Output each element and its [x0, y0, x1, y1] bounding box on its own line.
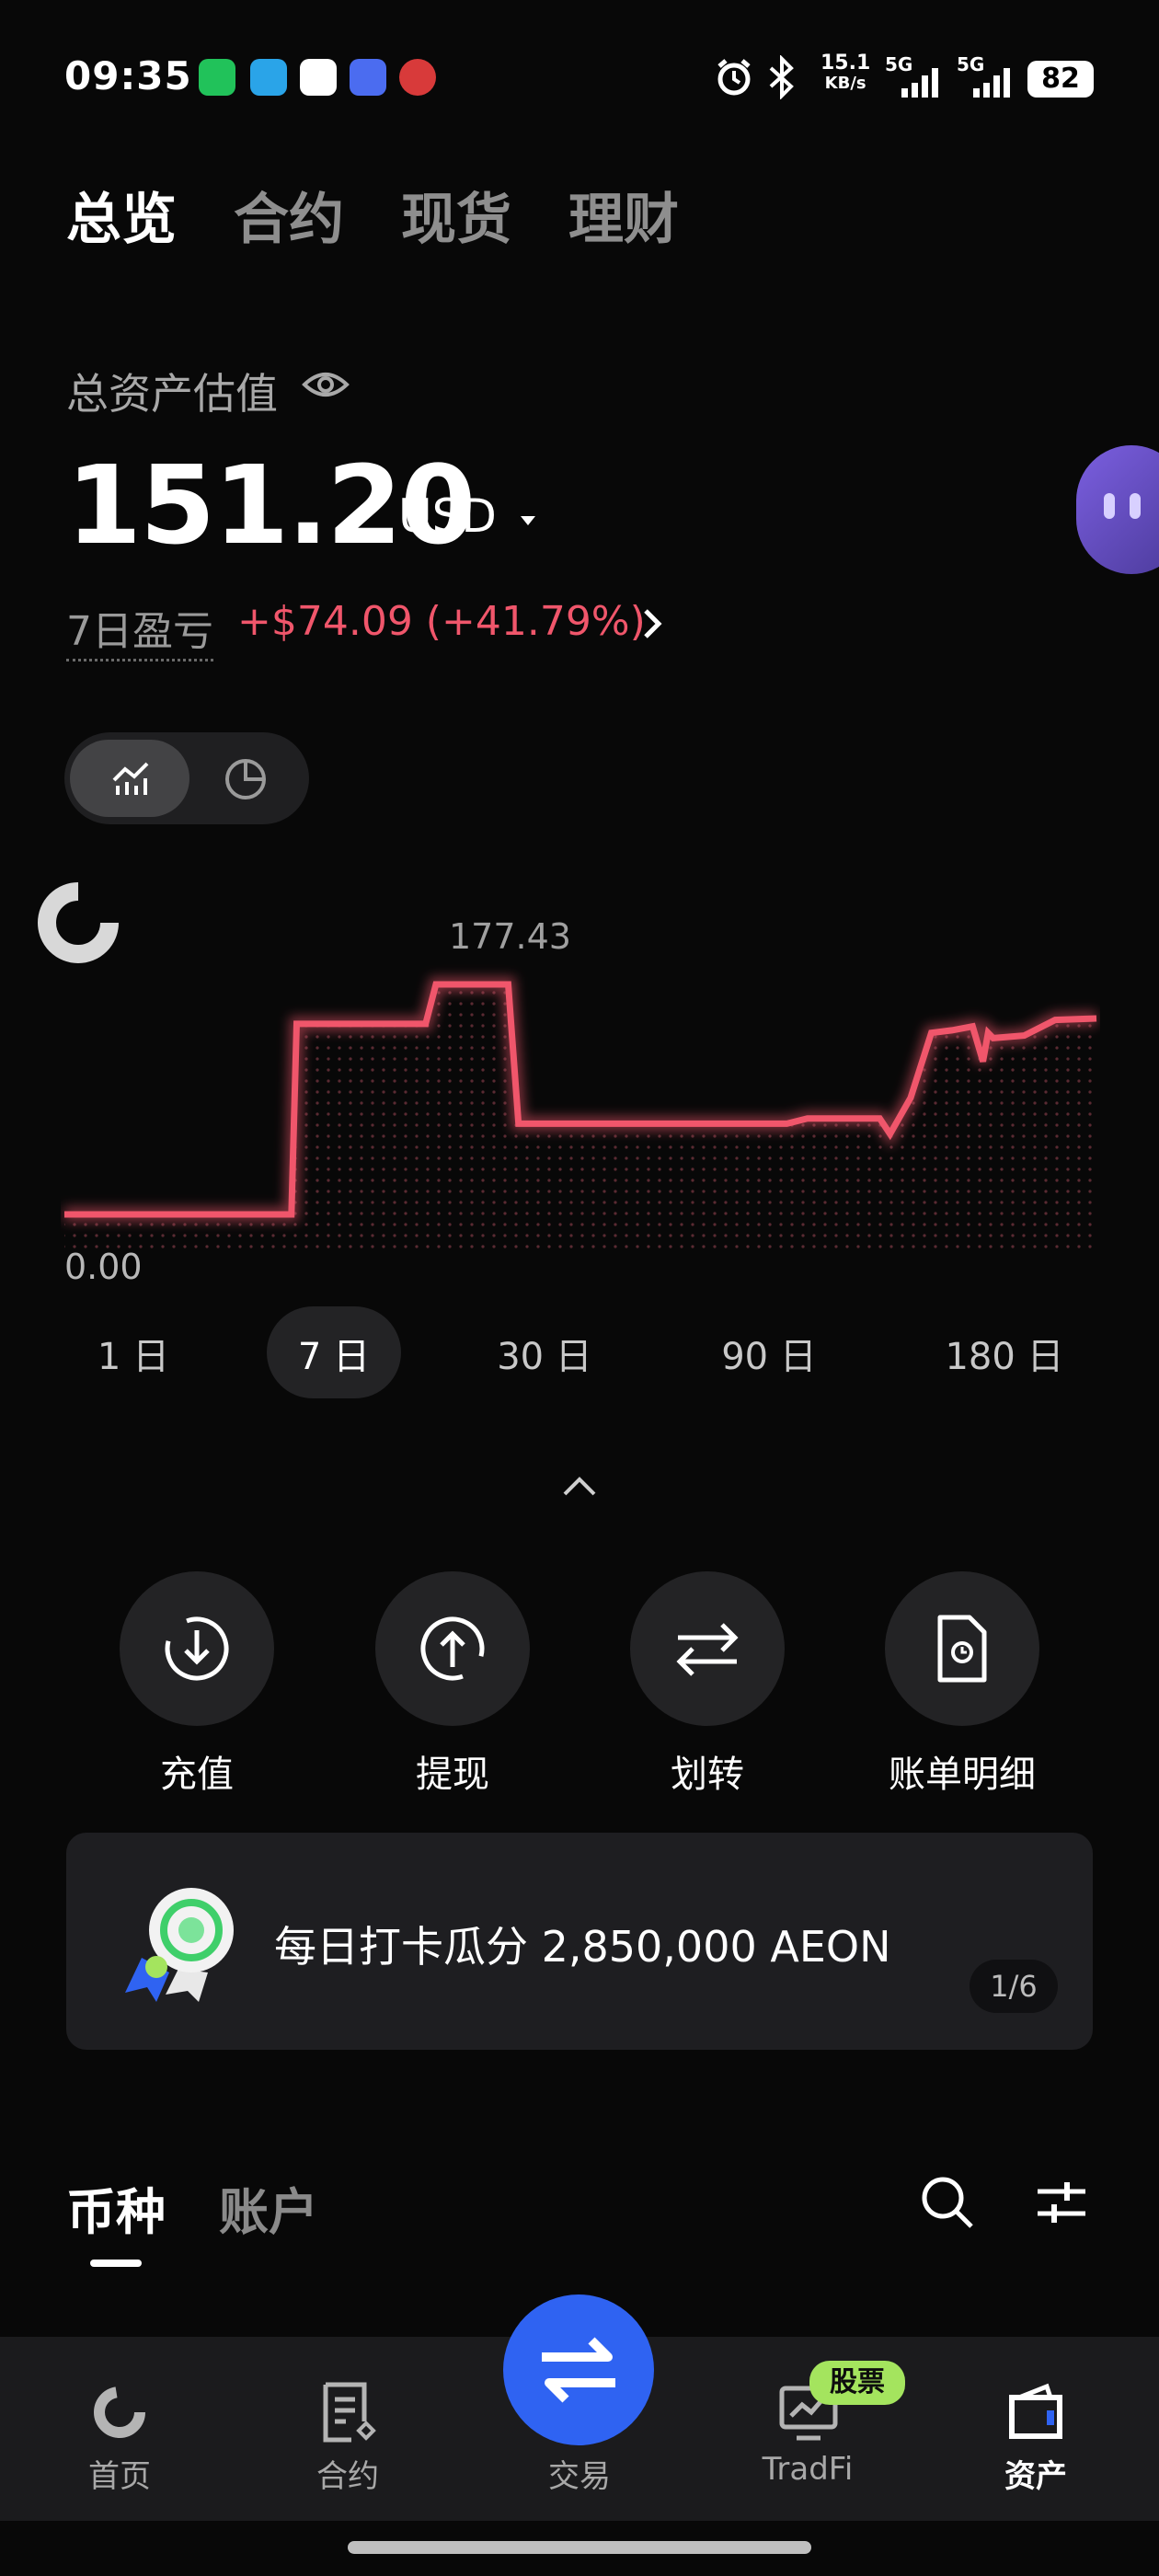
withdraw-button[interactable] [375, 1571, 530, 1726]
trade-icon [542, 2337, 615, 2403]
line-chart-icon [112, 762, 149, 795]
status-time: 09:35 [64, 53, 192, 98]
chevron-right-icon[interactable] [637, 605, 666, 642]
deposit-label: 充值 [160, 1754, 234, 1796]
alarm-icon [717, 59, 751, 96]
nav-home[interactable]: 首页 [37, 2451, 202, 2496]
asset-line-chart[interactable] [61, 957, 1100, 1260]
filter-icon[interactable] [1034, 2177, 1089, 2228]
contract-icon[interactable] [318, 2381, 377, 2444]
bill-icon [937, 1615, 987, 1683]
total-asset-label: 总资产估值 [66, 369, 278, 419]
bank-app-icon [399, 59, 436, 96]
currency-label: USD [398, 489, 497, 543]
bill-details-label: 账单明细 [889, 1754, 1036, 1796]
range-30d[interactable]: 30 日 [480, 1327, 609, 1380]
pie-chart-icon[interactable] [223, 756, 269, 802]
range-180d[interactable]: 180 日 [931, 1327, 1078, 1380]
range-90d[interactable]: 90 日 [705, 1327, 833, 1380]
signal-bars-icon [973, 68, 1010, 98]
trade-button[interactable] [503, 2294, 654, 2445]
chart-max-label: 177.43 [449, 916, 571, 957]
medal-icon [125, 1888, 234, 2002]
range-1d[interactable]: 1 日 [83, 1327, 184, 1380]
tab-finance[interactable]: 理财 [568, 175, 679, 255]
telegram-app-icon [250, 59, 287, 96]
signal-bars-icon [901, 68, 938, 98]
home-icon[interactable] [90, 2383, 149, 2442]
banner-text: 每日打卡瓜分 2,850,000 AEON [274, 1922, 891, 1972]
caret-down-icon [520, 515, 535, 525]
pnl-value[interactable]: +$74.09 (+41.79%) [237, 598, 646, 645]
withdraw-label: 提现 [416, 1754, 489, 1796]
range-7d[interactable]: 7 日 [276, 1327, 392, 1380]
home-indicator [348, 2541, 811, 2554]
bluetooth-icon [769, 55, 794, 99]
currency-selector[interactable]: USD [398, 489, 539, 543]
line-chart-toggle[interactable] [70, 740, 189, 817]
banner-page-indicator: 1/6 [970, 1960, 1058, 2013]
nav-assets[interactable]: 资产 [953, 2451, 1119, 2496]
battery-level: 82 [1027, 61, 1094, 98]
cloud-app-icon [300, 59, 337, 96]
nav-tradfi[interactable]: TradFi [725, 2451, 890, 2488]
wallet-icon[interactable] [1006, 2383, 1067, 2442]
tab-contract[interactable]: 合约 [234, 175, 344, 255]
nav-trade[interactable]: 交易 [497, 2451, 662, 2496]
loading-spinner-icon [38, 882, 119, 963]
network-speed: 15.1 KB/s [820, 52, 871, 94]
tab-accounts[interactable]: 账户 [219, 2171, 318, 2244]
transfer-button[interactable] [630, 1571, 785, 1726]
stock-badge: 股票 [809, 2361, 905, 2405]
chart-type-toggle[interactable] [64, 732, 309, 824]
nav-contract[interactable]: 合约 [265, 2451, 430, 2496]
deposit-icon [165, 1616, 229, 1681]
assistant-bubble[interactable] [1076, 445, 1159, 574]
eye-icon[interactable] [302, 366, 350, 403]
tab-spot[interactable]: 现货 [401, 175, 511, 255]
bill-details-button[interactable] [885, 1571, 1039, 1726]
transfer-label: 划转 [671, 1754, 744, 1796]
tab-coins[interactable]: 币种 [66, 2171, 166, 2244]
transfer-icon [676, 1623, 739, 1676]
search-icon[interactable] [918, 2173, 977, 2232]
deposit-button[interactable] [120, 1571, 274, 1726]
pnl-label[interactable]: 7日盈亏 [66, 598, 213, 661]
wechat-app-icon [199, 59, 235, 96]
chart-min-label: 0.00 [64, 1247, 143, 1287]
withdraw-icon [420, 1616, 485, 1681]
tab-overview[interactable]: 总览 [66, 175, 177, 255]
chevron-up-icon[interactable] [559, 1472, 600, 1500]
tab-underline [90, 2260, 142, 2267]
browser-app-icon [350, 59, 386, 96]
